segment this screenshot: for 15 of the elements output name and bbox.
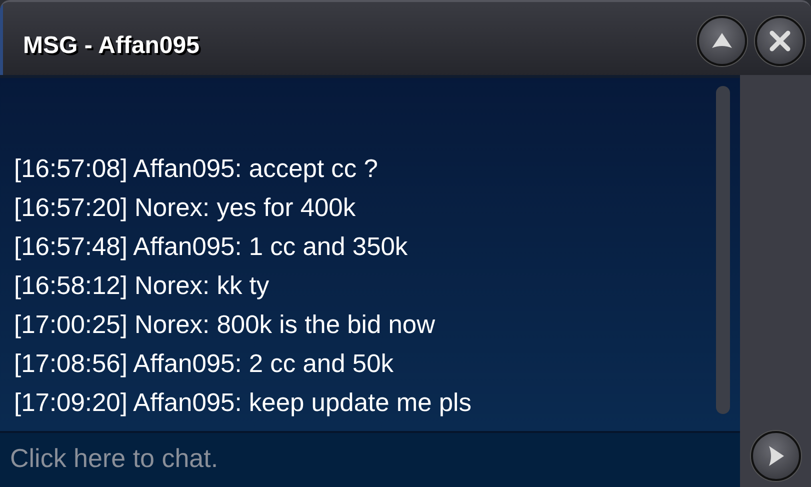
chat-message: [16:58:12] Norex: kk ty [14, 271, 270, 302]
chat-message: [16:57:48] Affan095: 1 cc and 350k [14, 232, 409, 263]
close-button[interactable] [755, 16, 805, 66]
chat-input-field[interactable]: Click here to chat. [0, 431, 740, 487]
chat-message: [16:57:20] Norex: yes for 400k [14, 193, 357, 224]
chat-message: [17:00:25] Norex: 800k is the bid now [14, 310, 436, 341]
up-triangle-icon [710, 31, 734, 51]
close-icon [768, 29, 792, 53]
chat-message: [16:57:08] Affan095: accept cc ? [14, 154, 379, 185]
chat-message: [17:09:20] Affan095: keep update me pls [14, 388, 472, 419]
send-button[interactable] [750, 431, 800, 481]
chat-message: [17:08:56] Affan095: 2 cc and 50k [14, 349, 394, 380]
minimize-button[interactable] [697, 16, 747, 66]
scrollbar-thumb[interactable] [716, 86, 730, 414]
window-title: MSG - Affan095 [23, 32, 200, 60]
